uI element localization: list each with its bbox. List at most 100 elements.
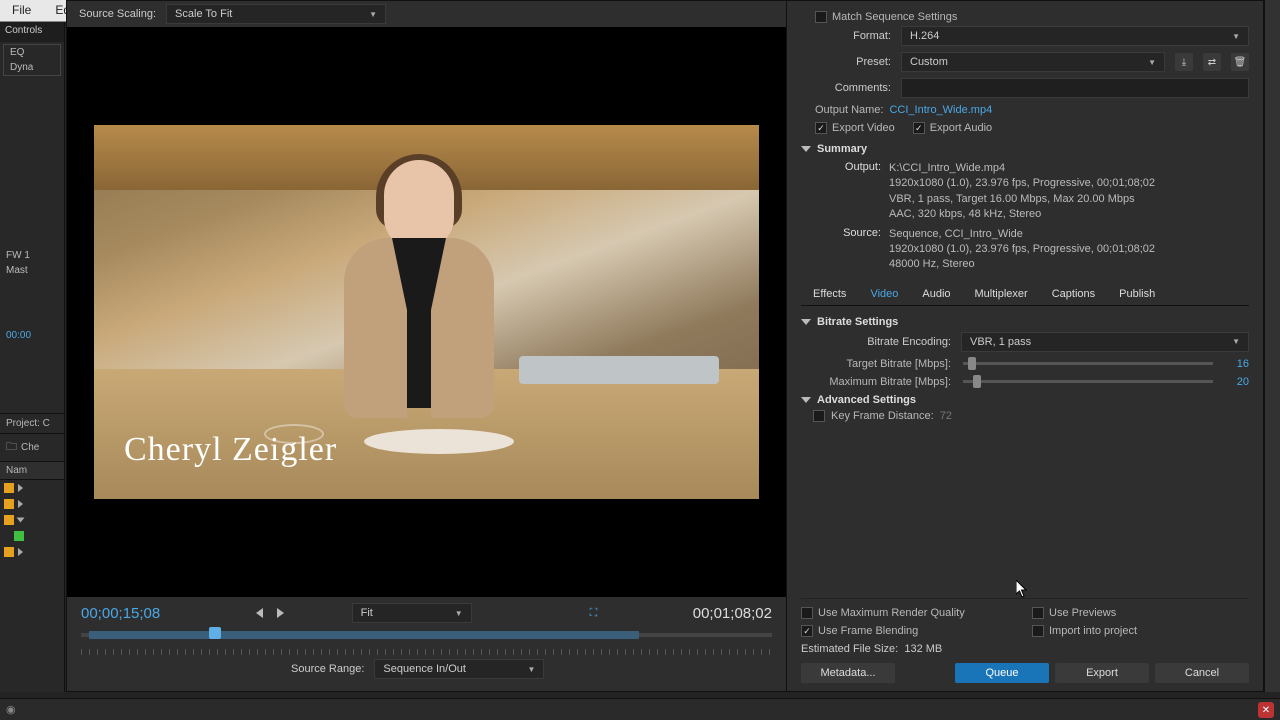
chevron-down-icon: ▼: [1232, 337, 1240, 346]
bin-color-swatch: [4, 483, 14, 493]
match-sequence-checkbox[interactable]: Match Sequence Settings: [815, 11, 1249, 23]
chevron-down-icon: ▼: [369, 10, 377, 19]
preview-controls: 00;00;15;08 Fit▼ ⛶ 00;01;08;02 Source: [67, 597, 786, 691]
max-bitrate-label: Maximum Bitrate [Mbps]:: [801, 376, 951, 388]
summary-output-label: Output:: [801, 161, 889, 223]
max-bitrate-value[interactable]: 20: [1225, 376, 1249, 388]
crop-icon[interactable]: ⛶: [590, 607, 598, 620]
tab-effects[interactable]: Effects: [801, 283, 858, 305]
export-button[interactable]: Export: [1055, 663, 1149, 683]
project-search-row: 🗀 Che: [0, 434, 64, 462]
video-preview-frame[interactable]: Cheryl Zeigler: [94, 125, 759, 499]
chevron-down-icon: ▼: [455, 609, 463, 618]
right-edge-strip: [1264, 0, 1280, 692]
source-scaling-label: Source Scaling:: [79, 8, 156, 20]
bin-color-swatch: [14, 531, 24, 541]
effect-dynamics[interactable]: Dyna: [4, 60, 60, 75]
in-out-range[interactable]: [89, 631, 639, 639]
preset-label: Preset:: [801, 56, 891, 68]
summary-section-header[interactable]: Summary: [801, 143, 1249, 155]
summary-source-text: Sequence, CCI_Intro_Wide 1920x1080 (1.0)…: [889, 227, 1249, 273]
tab-video[interactable]: Video: [858, 283, 910, 305]
import-preset-icon[interactable]: ⇄: [1203, 53, 1221, 71]
delete-preset-icon[interactable]: 🗑: [1231, 53, 1249, 71]
chevron-down-icon: ▼: [1232, 32, 1240, 41]
bin-row-3[interactable]: [0, 512, 64, 528]
export-audio-checkbox[interactable]: Export Audio: [913, 122, 992, 134]
bin-row-5[interactable]: [0, 544, 64, 560]
target-bitrate-label: Target Bitrate [Mbps]:: [801, 358, 951, 370]
source-scaling-dropdown[interactable]: Scale To Fit▼: [166, 4, 386, 24]
bin-row-2[interactable]: [0, 496, 64, 512]
project-search-input[interactable]: Che: [21, 442, 39, 453]
estimated-file-size: Estimated File Size: 132 MB: [801, 643, 1249, 655]
effect-controls-tab[interactable]: Controls: [0, 22, 64, 42]
effect-controls-panel: EQ Dyna FW 1 Mast 00:00: [0, 44, 64, 414]
disclosure-down-icon: [801, 146, 811, 152]
preview-pane: Source Scaling: Scale To Fit▼: [67, 1, 787, 691]
project-column-name[interactable]: Nam: [0, 462, 64, 480]
close-icon[interactable]: ✕: [1258, 702, 1274, 718]
zoom-fit-dropdown[interactable]: Fit▼: [352, 603, 472, 623]
comments-label: Comments:: [801, 82, 891, 94]
play-icon[interactable]: [277, 608, 284, 618]
tab-publish[interactable]: Publish: [1107, 283, 1167, 305]
max-render-quality-checkbox[interactable]: Use Maximum Render Quality: [801, 607, 1018, 619]
bin-row-1[interactable]: [0, 480, 64, 496]
effect-timecode: 00:00: [0, 326, 64, 345]
keyframe-distance-value: 72: [940, 410, 952, 422]
target-bitrate-value[interactable]: 16: [1225, 358, 1249, 370]
target-bitrate-slider[interactable]: [963, 362, 1213, 365]
disclosure-icon[interactable]: [18, 500, 23, 508]
bitrate-section-header[interactable]: Bitrate Settings: [801, 316, 1249, 328]
keyframe-distance-checkbox[interactable]: [813, 410, 825, 422]
timeline-scrubber[interactable]: [81, 627, 772, 659]
export-settings-pane: Match Sequence Settings Format: H.264▼ P…: [787, 1, 1263, 691]
keyframe-distance-label: Key Frame Distance:: [831, 410, 934, 422]
step-back-icon[interactable]: [256, 608, 263, 618]
advanced-section-header[interactable]: Advanced Settings: [801, 394, 1249, 406]
project-title: Project: C: [0, 414, 64, 434]
disclosure-icon[interactable]: [18, 548, 23, 556]
bin-color-swatch: [4, 499, 14, 509]
use-previews-checkbox[interactable]: Use Previews: [1032, 607, 1249, 619]
tab-multiplexer[interactable]: Multiplexer: [963, 283, 1040, 305]
bitrate-encoding-dropdown[interactable]: VBR, 1 pass▼: [961, 332, 1249, 352]
tab-audio[interactable]: Audio: [910, 283, 962, 305]
preset-dropdown[interactable]: Custom▼: [901, 52, 1165, 72]
disclosure-icon[interactable]: [18, 484, 23, 492]
queue-button[interactable]: Queue: [955, 663, 1049, 683]
cancel-button[interactable]: Cancel: [1155, 663, 1249, 683]
save-preset-icon[interactable]: ⤓: [1175, 53, 1193, 71]
settings-tabs: Effects Video Audio Multiplexer Captions…: [801, 283, 1249, 306]
frame-blending-checkbox[interactable]: Use Frame Blending: [801, 625, 1018, 637]
effect-eq[interactable]: EQ: [4, 45, 60, 60]
current-timecode[interactable]: 00;00;15;08: [81, 605, 160, 622]
export-video-checkbox[interactable]: Export Video: [815, 122, 895, 134]
effect-master[interactable]: Mast: [0, 263, 64, 278]
project-panel: Project: C 🗀 Che Nam: [0, 414, 64, 560]
metadata-button[interactable]: Metadata...: [801, 663, 895, 683]
status-bar: ◉ ✕: [0, 698, 1280, 720]
summary-source-label: Source:: [801, 227, 889, 273]
max-bitrate-slider[interactable]: [963, 380, 1213, 383]
format-dropdown[interactable]: H.264▼: [901, 26, 1249, 46]
effect-fw[interactable]: FW 1: [0, 248, 64, 263]
bin-row-4[interactable]: [0, 528, 64, 544]
tab-captions[interactable]: Captions: [1040, 283, 1107, 305]
output-name-link[interactable]: CCI_Intro_Wide.mp4: [889, 104, 992, 116]
playhead[interactable]: [209, 627, 221, 639]
disclosure-down-icon: [801, 319, 811, 325]
source-range-dropdown[interactable]: Sequence In/Out▼: [374, 659, 544, 679]
lower-third-text: Cheryl Zeigler: [124, 431, 337, 469]
creative-cloud-icon[interactable]: ◉: [6, 703, 16, 716]
comments-input[interactable]: [901, 78, 1249, 98]
folder-icon[interactable]: 🗀: [6, 438, 17, 457]
summary-output-text: K:\CCI_Intro_Wide.mp4 1920x1080 (1.0), 2…: [889, 161, 1249, 223]
preview-toolbar: Source Scaling: Scale To Fit▼: [67, 1, 786, 27]
disclosure-icon[interactable]: [17, 518, 25, 523]
menu-file[interactable]: File: [0, 0, 43, 21]
video-preview-area: Cheryl Zeigler: [67, 27, 786, 597]
bin-color-swatch: [4, 515, 14, 525]
import-into-project-checkbox[interactable]: Import into project: [1032, 625, 1249, 637]
